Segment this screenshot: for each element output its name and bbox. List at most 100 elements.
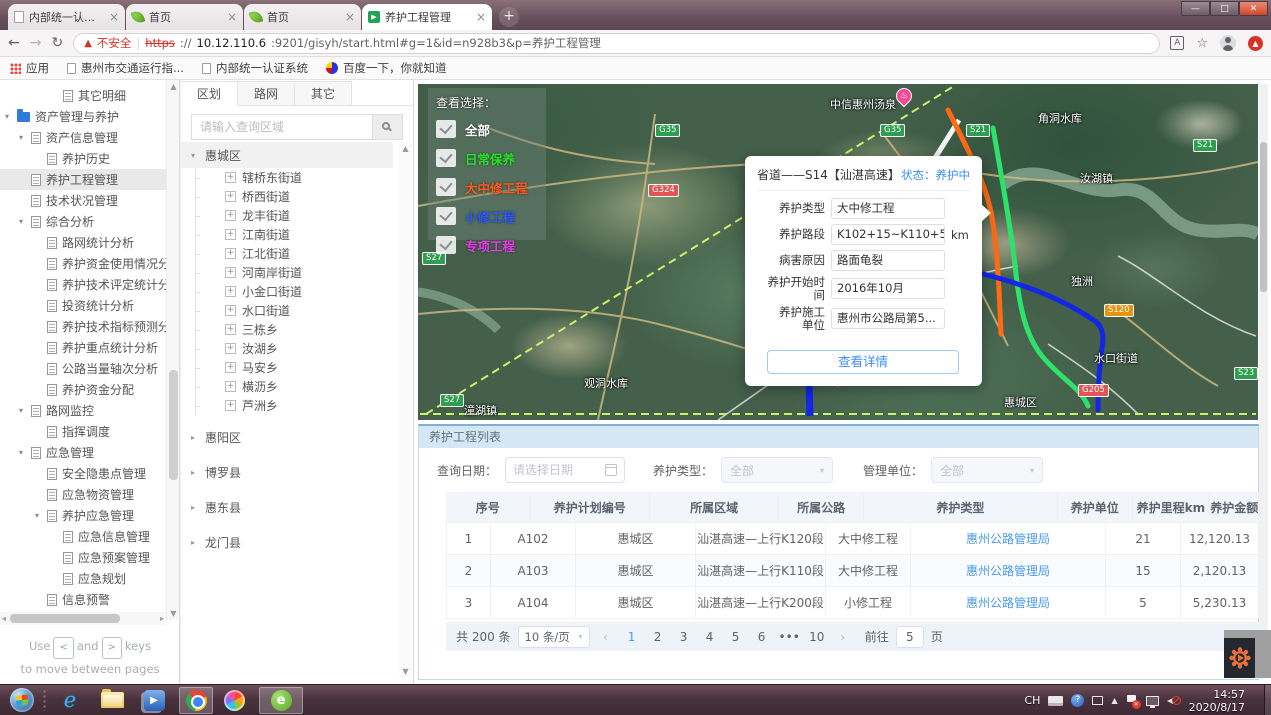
region-tree-item[interactable]: 三栋乡 <box>181 320 393 339</box>
layer-checkbox[interactable] <box>436 120 456 138</box>
layer-checkbox[interactable] <box>436 149 456 167</box>
region-tree-item[interactable]: ▸ 博罗县 <box>181 459 393 485</box>
tree-plus-icon[interactable] <box>225 381 236 392</box>
nav-tree-item[interactable]: 信息预警 <box>0 589 166 610</box>
region-tree-item[interactable]: 江南街道 <box>181 225 393 244</box>
translate-icon[interactable]: A <box>1170 36 1184 50</box>
window-maximize-button[interactable]: □ <box>1210 1 1239 16</box>
tree-expand-icon[interactable]: ▾ <box>19 448 31 457</box>
tray-expand-icon[interactable]: ▲ <box>1111 696 1117 705</box>
page-number[interactable]: ••• <box>779 630 800 644</box>
scrollbar-thumb[interactable] <box>1260 142 1267 292</box>
region-vertical-scrollbar[interactable]: ▲ ▼ <box>399 142 412 678</box>
nav-tree-item[interactable]: 养护资金分配 <box>0 379 166 400</box>
popup-field-value[interactable]: K102+15~K110+50 <box>831 224 945 245</box>
region-tree-item[interactable]: ▸ 龙门县 <box>181 529 393 555</box>
region-tree-item[interactable]: 芦洲乡 <box>181 396 393 415</box>
layer-checkbox[interactable] <box>436 178 456 196</box>
region-tree-item[interactable]: ▾ 惠城区 <box>181 142 393 168</box>
nav-tree-item[interactable]: 养护技术评定统计分 <box>0 274 166 295</box>
region-tree-item[interactable]: 横沥乡 <box>181 377 393 396</box>
page-size-select[interactable]: 10 条/页 ▾ <box>518 626 590 648</box>
region-tab[interactable]: 路网 <box>238 81 295 106</box>
forward-button[interactable]: → <box>30 36 42 50</box>
popup-field-value[interactable]: 惠州市公路局第5... <box>831 308 945 329</box>
table-row[interactable]: 1 A102 惠城区 汕湛高速—上行K120段 大中修工程 惠州公路管理局 21… <box>446 523 1259 555</box>
start-button[interactable] <box>10 688 34 712</box>
browser-tab[interactable]: 首页 × <box>244 4 361 30</box>
tab-close-icon[interactable]: × <box>227 10 237 24</box>
bookmark-item[interactable]: 应用 <box>10 60 49 76</box>
tree-plus-icon[interactable] <box>225 248 236 259</box>
date-picker[interactable] <box>505 457 625 483</box>
tree-plus-icon[interactable] <box>225 362 236 373</box>
tree-expand-icon[interactable]: ▾ <box>19 217 31 226</box>
tree-expand-icon[interactable]: ▾ <box>19 133 31 142</box>
nav-tree-item[interactable]: ▾ 资产信息管理 <box>0 127 166 148</box>
region-tree-item[interactable]: 小金口街道 <box>181 282 393 301</box>
sidebar-horizontal-scrollbar[interactable]: ◂ ▸ <box>0 612 166 625</box>
nav-tree-item[interactable]: 其它明细 <box>0 85 166 106</box>
nav-tree-item[interactable]: 养护历史 <box>0 148 166 169</box>
page-number[interactable]: › <box>834 630 852 644</box>
browser-tab[interactable]: ▶ 养护工程管理 × <box>362 4 492 30</box>
tree-plus-icon[interactable] <box>225 400 236 411</box>
window-close-button[interactable]: ✕ <box>1239 1 1268 16</box>
layer-checkbox[interactable] <box>436 207 456 225</box>
nav-tree-item[interactable]: 应急物资管理 <box>0 484 166 505</box>
nav-tree-item[interactable]: 应急信息管理 <box>0 526 166 547</box>
region-tree-item[interactable]: 桥西街道 <box>181 187 393 206</box>
scroll-left-icon[interactable]: ◂ <box>2 614 6 623</box>
table-row[interactable]: 2 A103 惠城区 汕湛高速—上行K110段 大中修工程 惠州公路管理局 15… <box>446 555 1259 587</box>
tree-expand-icon[interactable]: ▸ <box>191 503 205 512</box>
keyboard-icon[interactable] <box>1048 696 1063 706</box>
region-tree-item[interactable]: 水口街道 <box>181 301 393 320</box>
tree-plus-icon[interactable] <box>225 343 236 354</box>
scrollbar-thumb[interactable] <box>10 614 120 623</box>
nav-tree-item[interactable]: 养护工程管理 <box>0 169 166 190</box>
nav-tree-item[interactable]: 指挥调度 <box>0 421 166 442</box>
bookmark-star-icon[interactable]: ☆ <box>1196 36 1208 51</box>
date-input[interactable] <box>513 463 605 477</box>
page-number[interactable]: 2 <box>649 630 667 644</box>
goto-page-input[interactable] <box>896 626 924 648</box>
browser-tab[interactable]: 首页 × <box>126 4 243 30</box>
page-number[interactable]: 6 <box>753 630 771 644</box>
nav-tree-item[interactable]: ▾ 路网监控 <box>0 400 166 421</box>
nav-tree-item[interactable]: 养护重点统计分析 <box>0 337 166 358</box>
page-number[interactable]: 5 <box>727 630 745 644</box>
page-number[interactable]: 1 <box>623 630 641 644</box>
layer-checkbox[interactable] <box>436 236 456 254</box>
window-tray-icon[interactable] <box>1092 696 1103 705</box>
tree-plus-icon[interactable] <box>225 324 236 335</box>
type-select[interactable]: 全部 ▾ <box>721 457 833 483</box>
tree-expand-icon[interactable]: ▸ <box>191 468 205 477</box>
route-minor-repair-segment[interactable] <box>809 384 810 416</box>
profile-avatar-icon[interactable] <box>1220 35 1236 51</box>
back-button[interactable]: ← <box>8 36 20 50</box>
address-bar[interactable]: ▲ 不安全 | https://10.12.110.6:9201/gisyh/s… <box>73 33 1160 54</box>
region-tree-item[interactable]: 辖桥东街道 <box>181 168 393 187</box>
tab-close-icon[interactable]: × <box>109 10 119 24</box>
tree-plus-icon[interactable] <box>225 305 236 316</box>
help-icon[interactable]: ? <box>1071 694 1084 707</box>
satellite-map[interactable]: G35 G35 S21 S21 G324 S27 S27 S120 <box>418 84 1258 420</box>
region-tree-item[interactable]: ▸ 惠阳区 <box>181 424 393 450</box>
page-number[interactable]: ‹ <box>597 630 615 644</box>
nav-tree-item[interactable]: 技术状况管理 <box>0 190 166 211</box>
update-badge-icon[interactable]: ▲ <box>1248 36 1263 51</box>
region-tree-item[interactable]: 汝湖乡 <box>181 339 393 358</box>
region-tree-item[interactable]: 龙丰街道 <box>181 206 393 225</box>
region-tab[interactable]: 区划 <box>181 81 238 106</box>
scrollbar-thumb[interactable] <box>169 370 178 480</box>
nav-tree-item[interactable]: 养护资金使用情况分 <box>0 253 166 274</box>
show-desktop-button[interactable] <box>1264 685 1271 715</box>
volume-muted-icon[interactable] <box>1167 695 1181 707</box>
tree-expand-icon[interactable]: ▾ <box>19 406 31 415</box>
nav-tree-item[interactable]: 养护技术指标预测分 <box>0 316 166 337</box>
clock[interactable]: 14:57 2020/8/17 <box>1189 688 1245 714</box>
cell-maintenance-unit-link[interactable]: 惠州公路管理局 <box>911 587 1106 619</box>
network-icon[interactable] <box>1146 696 1159 706</box>
nav-tree-item[interactable]: ▾ 综合分析 <box>0 211 166 232</box>
page-number[interactable]: 4 <box>701 630 719 644</box>
